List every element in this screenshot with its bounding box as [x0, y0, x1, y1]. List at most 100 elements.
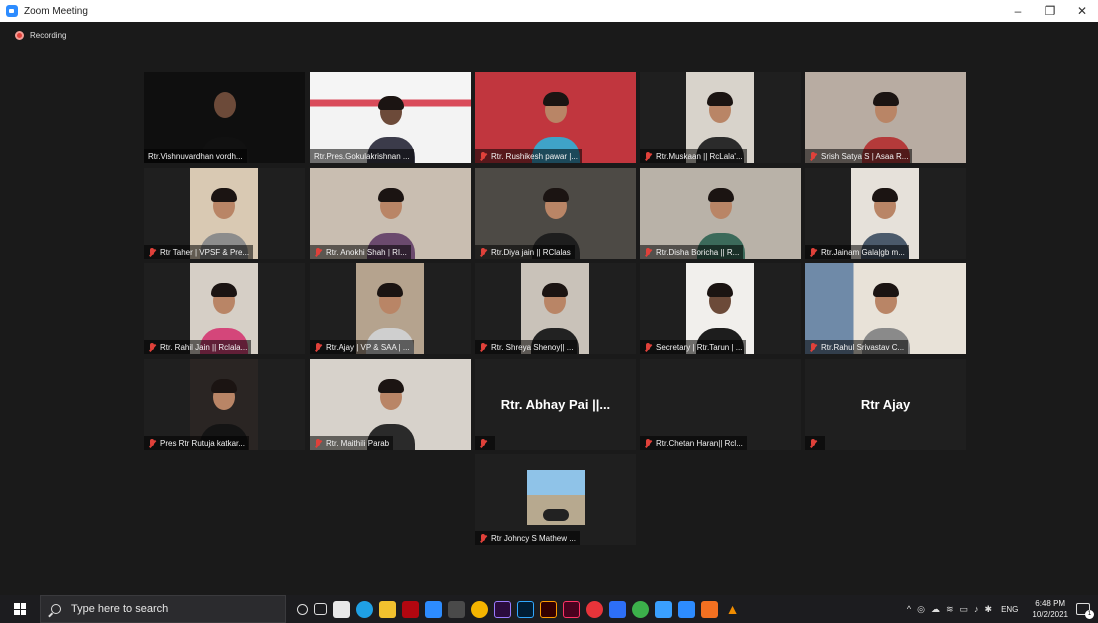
search-placeholder: Type here to search — [71, 603, 169, 615]
participant-name: Rtr.Disha Boricha || R... — [656, 247, 740, 257]
minimize-button[interactable]: – — [1002, 0, 1034, 22]
participant-name: Rtr.Pres.Gokulakrishnan ... — [314, 151, 410, 161]
cortana-icon[interactable] — [297, 603, 308, 615]
start-button[interactable] — [0, 595, 40, 623]
chevron-up-icon[interactable]: ^ — [907, 604, 911, 614]
indesign-icon[interactable] — [563, 600, 580, 618]
mic-muted-icon — [644, 151, 652, 161]
participant-name-bar — [805, 436, 825, 450]
participant-tile[interactable]: Rtr.Chetan Haran|| Rcl... — [640, 359, 801, 450]
participant-tile[interactable]: Rtr.Disha Boricha || R... — [640, 168, 801, 259]
volume-icon[interactable]: ♪ — [974, 604, 979, 614]
mic-muted-icon — [809, 247, 817, 257]
mic-muted-icon — [314, 342, 322, 352]
title-bar: Zoom Meeting – ❐ ✕ — [0, 0, 1098, 22]
taskbar-search[interactable]: Type here to search — [40, 595, 286, 623]
mic-muted-icon — [148, 247, 156, 257]
task-view-icon[interactable] — [314, 603, 327, 615]
search-icon — [51, 604, 61, 614]
wifi-icon[interactable]: ≋ — [946, 604, 954, 615]
participant-tile[interactable]: Rtr.Jainam Gala|gb m... — [805, 168, 966, 259]
participant-tile[interactable]: Rtr. Maithili Parab — [310, 359, 471, 450]
participant-name: Rtr. Shreya Shenoy|| ... — [491, 342, 574, 352]
location-icon[interactable]: ◎ — [917, 604, 925, 615]
participant-name-bar — [475, 436, 495, 450]
chrome-icon[interactable] — [471, 600, 488, 618]
participant-name: Rtr.Chetan Haran|| Rcl... — [656, 438, 743, 448]
bluetooth-icon[interactable]: ✱ — [985, 604, 993, 615]
participant-tile[interactable]: Rtr. Shreya Shenoy|| ... — [475, 263, 636, 354]
participant-name-bar: Rtr.Ajay | VP & SAA | ... — [310, 340, 414, 354]
illustrator-icon[interactable] — [540, 600, 557, 618]
recording-indicator[interactable]: Recording — [15, 31, 66, 40]
participant-name-bar: Rtr Johncy S Mathew ... — [475, 531, 580, 545]
mic-muted-icon — [644, 342, 652, 352]
participant-name-bar: Rtr.Jainam Gala|gb m... — [805, 245, 909, 259]
participant-tile[interactable]: Rtr. Rahil Jain || Rclala... — [144, 263, 305, 354]
battery-icon[interactable]: ▭ — [960, 604, 969, 615]
taskbar-clock[interactable]: 6:48 PM 10/2/2021 — [1032, 598, 1068, 620]
participant-name-bar: Rtr.Disha Boricha || R... — [640, 245, 744, 259]
participant-name: Rtr.Ajay | VP & SAA | ... — [326, 342, 410, 352]
zoom-taskbar-icon[interactable] — [678, 600, 695, 618]
whatsapp-icon[interactable] — [632, 600, 649, 618]
mic-muted-icon — [809, 342, 817, 352]
participant-name-bar: Rtr. Maithili Parab — [310, 436, 394, 450]
participant-name-bar: Rtr.Chetan Haran|| Rcl... — [640, 436, 747, 450]
participant-tile[interactable]: Srish Satya S | Asaa R... — [805, 72, 966, 163]
file-explorer-icon[interactable] — [379, 600, 396, 618]
system-tray: ^ ◎ ☁ ≋ ▭ ♪ ✱ ENG 6:48 PM 10/2/2021 1 — [904, 595, 1098, 623]
participant-tile[interactable]: Rtr Taher | VPSF & Pre... — [144, 168, 305, 259]
mic-muted-icon — [479, 247, 487, 257]
participant-tile[interactable]: Rtr.Pres.Gokulakrishnan ... — [310, 72, 471, 163]
mic-muted-icon — [479, 438, 487, 448]
participant-tile[interactable]: Rtr.Rahul Srivastav C... — [805, 263, 966, 354]
close-button[interactable]: ✕ — [1066, 0, 1098, 22]
window-controls: – ❐ ✕ — [1002, 0, 1098, 22]
document-icon[interactable] — [609, 600, 626, 618]
media-player-icon[interactable] — [701, 600, 718, 618]
participant-tile[interactable]: Rtr. Anokhi Shah | RI... — [310, 168, 471, 259]
participant-name-bar: Rtr. Rushikesh pawar |... — [475, 149, 582, 163]
participant-tile[interactable]: Rtr Ajay — [805, 359, 966, 450]
participant-tile[interactable]: Rtr. Abhay Pai ||... — [475, 359, 636, 450]
after-effects-icon[interactable] — [494, 600, 511, 618]
participant-name-bar: Rtr.Muskaan || RcLala'... — [640, 149, 747, 163]
participant-name-bar: Rtr Taher | VPSF & Pre... — [144, 245, 254, 259]
participant-name: Rtr Johncy S Mathew ... — [491, 533, 576, 543]
store-icon[interactable] — [333, 600, 350, 618]
cloud-icon[interactable]: ☁ — [931, 604, 940, 615]
participant-name: Rtr.Vishnuvardhan vordh... — [148, 151, 243, 161]
participant-tile[interactable]: Pres Rtr Rutuja katkar... — [144, 359, 305, 450]
screen-recorder-icon[interactable] — [586, 600, 603, 618]
photos-icon[interactable] — [655, 600, 672, 618]
participant-name: Rtr.Muskaan || RcLala'... — [656, 151, 743, 161]
participant-name: Rtr.Jainam Gala|gb m... — [821, 247, 905, 257]
participant-tile[interactable]: Secretary | Rtr.Tarun | ... — [640, 263, 801, 354]
participant-tile[interactable]: Rtr.Muskaan || RcLala'... — [640, 72, 801, 163]
participant-name-bar: Rtr.Vishnuvardhan vordh... — [144, 149, 247, 163]
participant-tile[interactable]: Rtr. Rushikesh pawar |... — [475, 72, 636, 163]
notion-icon[interactable] — [448, 600, 465, 618]
notification-center-icon[interactable]: 1 — [1076, 603, 1094, 619]
maximize-button[interactable]: ❐ — [1034, 0, 1066, 22]
recording-icon — [15, 31, 24, 40]
language-indicator[interactable]: ENG — [1001, 605, 1018, 614]
vlc-icon[interactable]: ▲ — [724, 601, 741, 618]
participant-display-name: Rtr. Abhay Pai ||... — [500, 397, 611, 412]
participant-name-bar: Rtr. Rahil Jain || Rclala... — [144, 340, 252, 354]
mail-icon[interactable] — [425, 600, 442, 618]
participant-name-bar: Rtr. Shreya Shenoy|| ... — [475, 340, 578, 354]
netflix-icon[interactable] — [402, 600, 419, 618]
mic-muted-icon — [809, 438, 817, 448]
participant-name-bar: Srish Satya S | Asaa R... — [805, 149, 913, 163]
participant-tile[interactable]: Rtr Johncy S Mathew ... — [475, 454, 636, 545]
mic-muted-icon — [148, 342, 156, 352]
participant-tile[interactable]: Rtr.Vishnuvardhan vordh... — [144, 72, 305, 163]
participant-tile[interactable]: Rtr.Ajay | VP & SAA | ... — [310, 263, 471, 354]
photoshop-icon[interactable] — [517, 600, 534, 618]
edge-icon[interactable] — [356, 600, 373, 618]
mic-muted-icon — [644, 247, 652, 257]
participant-tile[interactable]: Rtr.Diya jain || RClalas — [475, 168, 636, 259]
zoom-app-icon — [6, 5, 18, 17]
